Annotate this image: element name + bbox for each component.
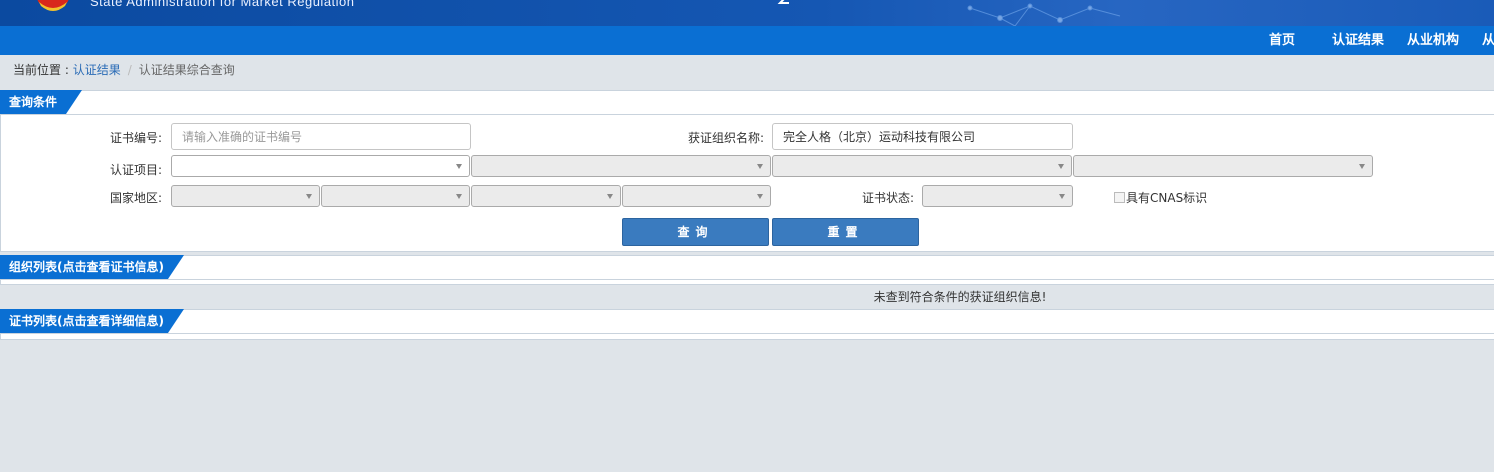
org-list-panel-title: 组织列表(点击查看证书信息) [9,260,164,274]
region-select-2[interactable] [321,185,470,207]
cert-no-label: 证书编号: [109,131,162,145]
nav-item-cert-results[interactable]: 认证结果 [1332,26,1384,55]
region-select-4[interactable] [622,185,771,207]
nav-item-home[interactable]: 首页 [1269,26,1295,55]
dropdown-arrow-icon [1059,194,1065,199]
query-panel-title: 查询条件 [9,95,58,109]
network-decoration [967,3,1121,26]
cnas-checkbox-row: 具有CNAS标识 [1114,191,1207,205]
query-panel-header: 查询条件 [0,90,1494,115]
org-list-panel-header: 组织列表(点击查看证书信息) [0,255,1494,280]
breadcrumb-current: 认证结果综合查询 [138,63,235,77]
cert-no-input[interactable] [171,123,471,150]
breadcrumb-prefix: 当前位置 : [13,63,73,77]
reset-button[interactable]: 重置 [772,218,919,246]
cnas-checkbox[interactable] [1114,192,1125,203]
cnas-label: 具有CNAS标识 [1126,191,1208,205]
search-button[interactable]: 查询 [622,218,769,246]
region-label: 国家地区: [109,191,162,205]
project-select-4[interactable] [1073,155,1373,177]
agency-english-name: State Administration for Market Regulati… [90,0,355,9]
cert-list-panel: 证书列表(点击查看详细信息) [0,309,1494,340]
dropdown-arrow-icon [1058,164,1064,169]
project-label: 认证项目: [109,163,162,177]
org-list-empty-message: 未查到符合条件的获证组织信息! [873,290,1047,304]
status-label: 证书状态: [861,191,914,205]
dropdown-arrow-icon [456,164,462,169]
org-name-label: 获证组织名称: [687,131,764,145]
dropdown-arrow-icon [757,194,763,199]
nav-item-truncated[interactable]: 从 [1482,26,1494,55]
project-select-1[interactable] [171,155,470,177]
region-select-3[interactable] [471,185,621,207]
project-select-2[interactable] [471,155,771,177]
dropdown-arrow-icon [306,194,312,199]
status-select[interactable] [922,185,1073,207]
dropdown-arrow-icon [1359,164,1365,169]
dropdown-arrow-icon [607,194,613,199]
region-select-1[interactable] [171,185,320,207]
org-name-input[interactable] [772,123,1073,150]
main-nav: 首页 认证结果 从业机构 从 [0,26,1494,55]
dropdown-arrow-icon [456,194,462,199]
org-list-panel: 组织列表(点击查看证书信息) [0,255,1494,285]
breadcrumb-link-cert-results[interactable]: 认证结果 [73,63,121,77]
national-emblem-icon [37,0,69,11]
nav-item-institutions[interactable]: 从业机构 [1407,26,1459,55]
dropdown-arrow-icon [757,164,763,169]
breadcrumb-separator: / [127,63,132,77]
breadcrumb: 当前位置 : 认证结果 / 认证结果综合查询 [13,62,235,78]
cert-list-panel-title: 证书列表(点击查看详细信息) [9,314,164,328]
banner-title-glyph [777,0,789,4]
cert-list-panel-header: 证书列表(点击查看详细信息) [0,309,1494,334]
project-select-3[interactable] [772,155,1072,177]
top-banner: State Administration for Market Regulati… [0,0,1494,26]
